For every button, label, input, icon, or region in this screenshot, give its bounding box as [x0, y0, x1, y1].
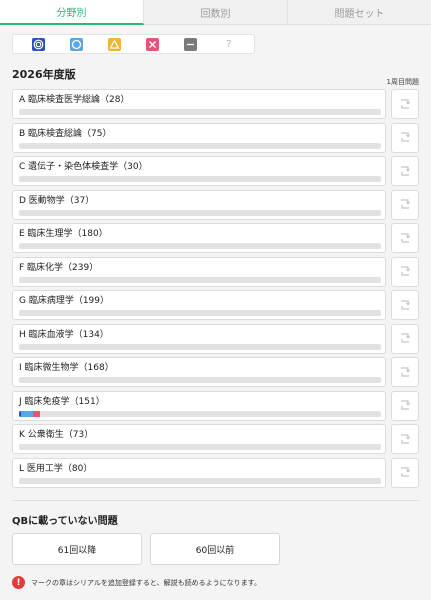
notice-text: マークの章はシリアルを追加登録すると、解説も読めるようになります。 — [31, 578, 261, 587]
subject-card[interactable]: C 遺伝子・染色体検査学（30） — [12, 156, 386, 186]
subject-label: C 遺伝子・染色体検査学（30） — [19, 162, 148, 172]
tab-by-exam-round[interactable]: 回数別 — [144, 0, 288, 25]
first-round-retry-button[interactable] — [391, 390, 419, 421]
retry-icon — [399, 95, 411, 114]
subject-row: J 臨床免疫学（151） — [12, 390, 420, 421]
retry-icon — [399, 296, 411, 315]
subject-card[interactable]: K 公衆衛生（73） — [12, 424, 386, 454]
tab-by-field[interactable]: 分野別 — [0, 0, 144, 25]
subject-card[interactable]: E 臨床生理学（180） — [12, 223, 386, 253]
round-60-earlier-button[interactable]: 60回以前 — [150, 533, 280, 565]
subject-label: G 臨床病理学（199） — [19, 296, 110, 306]
question-mark-icon[interactable]: ? — [222, 37, 236, 51]
subject-row: G 臨床病理学（199） — [12, 290, 420, 320]
retry-icon — [399, 430, 411, 449]
subject-row: E 臨床生理学（180） — [12, 223, 420, 253]
first-round-retry-button[interactable] — [391, 290, 419, 320]
alert-icon: ! — [12, 576, 25, 589]
round-61-onward-button[interactable]: 61回以降 — [12, 533, 142, 565]
subject-label: H 臨床血液学（134） — [19, 329, 109, 340]
qb-section-title: QBに載っていない問題 — [12, 516, 118, 527]
notice: ! マークの章はシリアルを追加登録すると、解説も読めるようになります。 — [12, 576, 261, 589]
circle-icon[interactable] — [69, 37, 83, 51]
first-round-retry-button[interactable] — [391, 122, 419, 153]
first-round-retry-button[interactable] — [391, 189, 419, 220]
progress-bar — [19, 410, 381, 417]
first-round-column-label: 1周目問題 — [386, 78, 419, 86]
subject-row: H 臨床血液学（134） — [12, 323, 420, 354]
subject-row: D 医動物学（37） — [12, 189, 420, 220]
progress-bar — [19, 343, 381, 350]
subject-card[interactable]: H 臨床血液学（134） — [12, 323, 386, 354]
divider — [12, 500, 420, 501]
progress-segment-cross — [33, 410, 40, 417]
first-round-retry-button[interactable] — [391, 156, 419, 186]
progress-bar — [19, 243, 381, 249]
retry-icon — [399, 195, 411, 214]
tab-question-set[interactable]: 問題セット — [288, 0, 431, 25]
progress-bar — [19, 444, 381, 450]
subject-card[interactable]: I 臨床微生物学（168） — [12, 357, 386, 387]
progress-bar — [19, 109, 381, 115]
subject-label: J 臨床免疫学（151） — [19, 396, 105, 407]
subject-row: K 公衆衛生（73） — [12, 424, 420, 454]
retry-icon — [399, 329, 411, 348]
triangle-icon[interactable] — [107, 37, 121, 51]
subject-label: A 臨床検査医学総論（28） — [19, 95, 130, 105]
progress-bar — [19, 310, 381, 316]
progress-bar — [19, 276, 381, 283]
subject-row: B 臨床検査総論（75） — [12, 122, 420, 153]
progress-bar — [19, 176, 381, 182]
subject-card[interactable]: A 臨床検査医学総論（28） — [12, 89, 386, 119]
subject-row: C 遺伝子・染色体検査学（30） — [12, 156, 420, 186]
subject-card[interactable]: F 臨床化学（239） — [12, 256, 386, 287]
subject-row: I 臨床微生物学（168） — [12, 357, 420, 387]
retry-icon — [399, 229, 411, 248]
subject-list: A 臨床検査医学総論（28） B 臨床検査総論（75） C 遺伝子・染色体検査学（3… — [12, 89, 420, 491]
progress-bar — [19, 477, 381, 484]
retry-icon — [399, 162, 411, 181]
first-round-retry-button[interactable] — [391, 424, 419, 454]
subject-row: L 医用工学（80） — [12, 457, 420, 488]
subject-label: K 公衆衛生（73） — [19, 430, 94, 440]
first-round-retry-button[interactable] — [391, 323, 419, 354]
retry-icon — [399, 463, 411, 482]
retry-icon — [399, 128, 411, 147]
double-circle-icon[interactable] — [31, 37, 45, 51]
subject-label: D 医動物学（37） — [19, 195, 95, 206]
progress-segment-circle — [21, 410, 33, 417]
subject-label: I 臨床微生物学（168） — [19, 363, 114, 373]
retry-icon — [399, 363, 411, 382]
subject-card[interactable]: J 臨床免疫学（151） — [12, 390, 386, 421]
subject-card[interactable]: G 臨床病理学（199） — [12, 290, 386, 320]
subject-label: B 臨床検査総論（75） — [19, 128, 112, 139]
first-round-retry-button[interactable] — [391, 457, 419, 488]
retry-icon — [399, 396, 411, 415]
progress-bar — [19, 377, 381, 383]
range-button-row: 61回以降 60回以前 — [12, 533, 280, 565]
first-round-retry-button[interactable] — [391, 89, 419, 119]
section-title: 2026年度版 — [12, 68, 76, 81]
first-round-retry-button[interactable] — [391, 256, 419, 287]
mark-filter-bar: ? — [12, 34, 255, 54]
dash-icon[interactable] — [184, 37, 198, 51]
retry-icon — [399, 262, 411, 281]
subject-row: F 臨床化学（239） — [12, 256, 420, 287]
subject-card[interactable]: B 臨床検査総論（75） — [12, 122, 386, 153]
subject-label: F 臨床化学（239） — [19, 262, 99, 273]
progress-bar — [19, 209, 381, 216]
first-round-retry-button[interactable] — [391, 357, 419, 387]
subject-card[interactable]: L 医用工学（80） — [12, 457, 386, 488]
subject-label: L 医用工学（80） — [19, 463, 93, 474]
first-round-retry-button[interactable] — [391, 223, 419, 253]
subject-card[interactable]: D 医動物学（37） — [12, 189, 386, 220]
subject-label: E 臨床生理学（180） — [19, 229, 108, 239]
cross-icon[interactable] — [146, 37, 160, 51]
progress-bar — [19, 142, 381, 149]
tab-bar: 分野別 回数別 問題セット — [0, 0, 431, 25]
subject-row: A 臨床検査医学総論（28） — [12, 89, 420, 119]
